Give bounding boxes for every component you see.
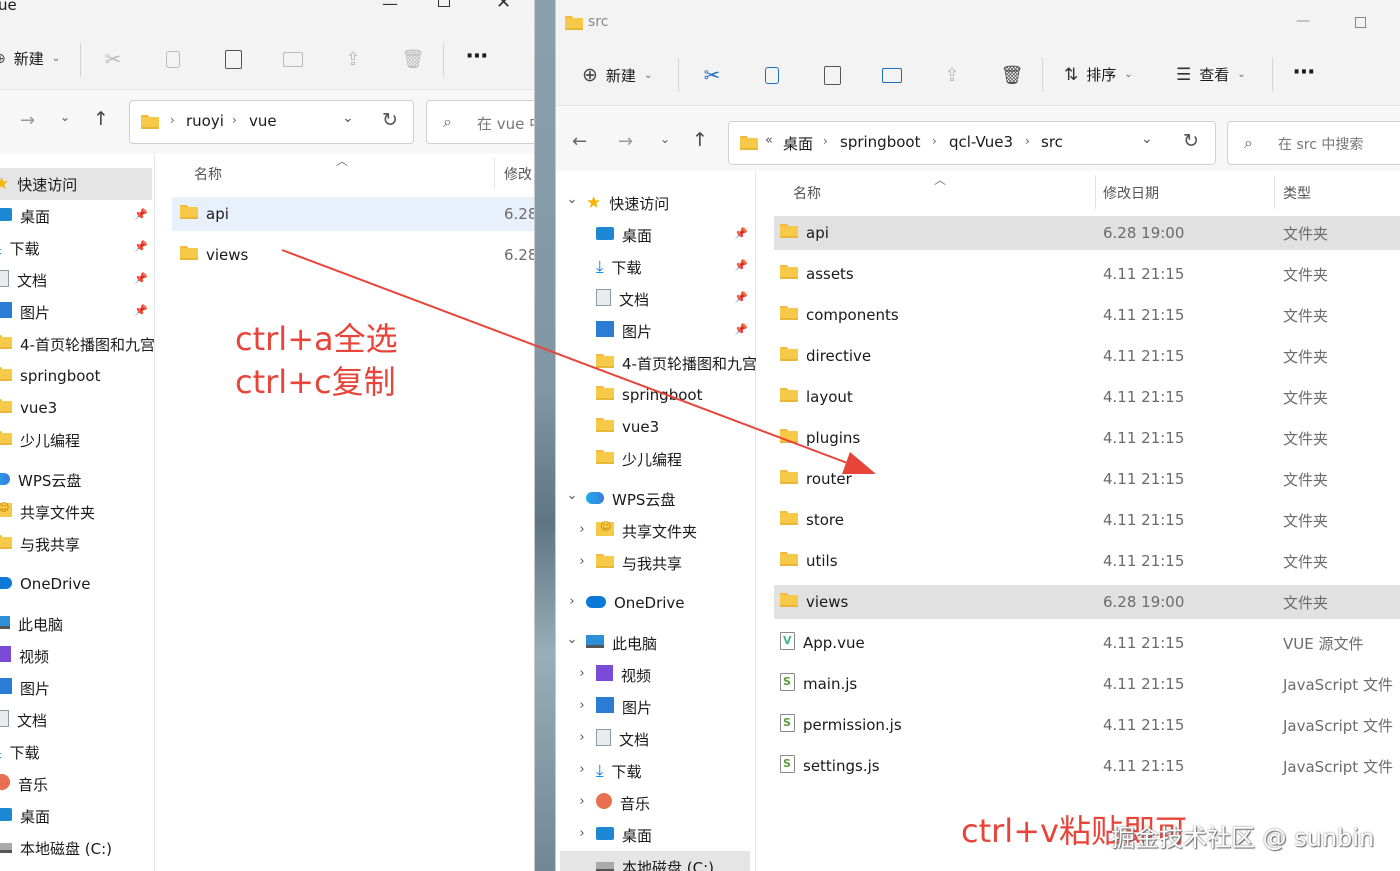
arrow-head (842, 452, 876, 474)
annotation-arrow (281, 249, 876, 474)
arrow-shaft (281, 249, 859, 468)
